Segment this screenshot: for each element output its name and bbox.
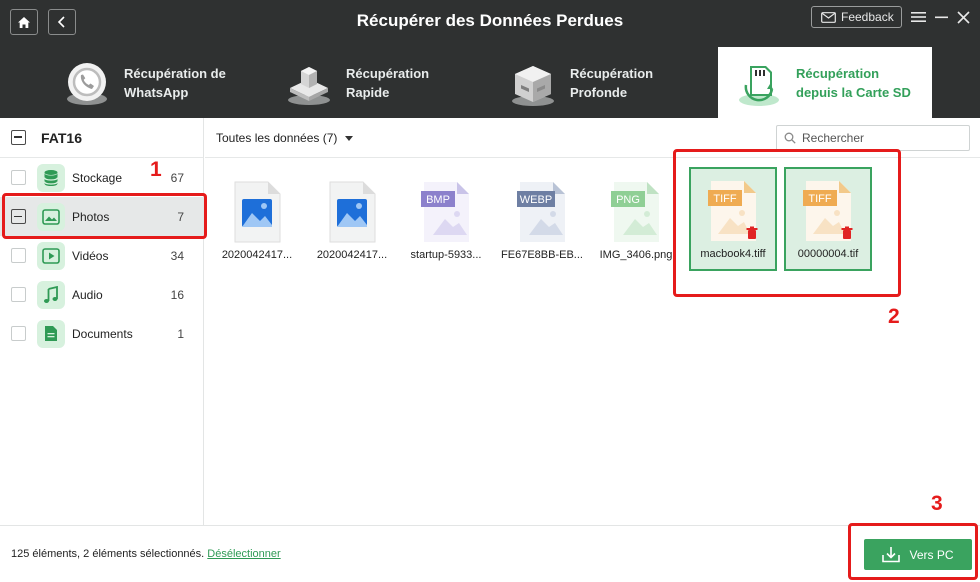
category-label: Stockage xyxy=(72,170,123,185)
category-count: 16 xyxy=(170,287,184,302)
mode-label: Récupération Profonde xyxy=(570,65,654,100)
category-count: 34 xyxy=(170,248,184,263)
filter-label: Toutes les données (7) xyxy=(216,131,338,145)
sidebar: FAT16 Stockage 67 Photos 7 Vidéos 34 Aud… xyxy=(0,118,204,525)
file-name: 2020042417... xyxy=(221,249,293,261)
document-icon xyxy=(37,319,65,348)
mode-quick-recovery[interactable]: Récupération Rapide xyxy=(284,47,464,118)
category-count: 1 xyxy=(177,326,184,341)
svg-text:PNG: PNG xyxy=(616,194,640,206)
file-name: FE67E8BB-EB... xyxy=(501,249,583,261)
database-icon xyxy=(37,163,65,192)
png-file-icon: PNG xyxy=(611,182,659,242)
svg-text:WEBP: WEBP xyxy=(520,194,552,206)
svg-text:BMP: BMP xyxy=(426,194,450,206)
file-item[interactable]: 2020042417... xyxy=(308,167,396,271)
data-filter-dropdown[interactable]: Toutes les données (7) xyxy=(216,131,354,145)
close-icon xyxy=(956,10,970,24)
search-input[interactable] xyxy=(802,131,962,145)
category-checkbox[interactable] xyxy=(11,248,26,263)
whatsapp-phone-icon xyxy=(67,62,107,105)
image-file-icon xyxy=(234,181,281,243)
status-bar: 125 éléments, 2 éléments sélectionnés. D… xyxy=(0,525,980,582)
minimize-icon xyxy=(934,16,948,19)
file-name: IMG_3406.png xyxy=(599,249,673,261)
category-checkbox[interactable] xyxy=(11,170,26,185)
status-text: 125 éléments, 2 éléments sélectionnés. xyxy=(11,548,205,560)
sd-card-icon xyxy=(739,65,779,106)
category-checkbox[interactable] xyxy=(11,326,26,341)
category-label: Audio xyxy=(72,287,103,302)
music-icon xyxy=(37,280,65,309)
mode-sd-card-recovery[interactable]: Récupération depuis la Carte SD xyxy=(718,47,932,118)
mail-icon xyxy=(821,11,836,23)
quick-recovery-icon xyxy=(288,66,330,105)
annotation-box-files xyxy=(673,149,901,297)
mode-deep-recovery[interactable]: Récupération Profonde xyxy=(508,47,698,118)
file-name: startup-5933... xyxy=(410,249,482,261)
mode-label: Récupération Rapide xyxy=(346,65,430,100)
selection-status: 125 éléments, 2 éléments sélectionnés. D… xyxy=(11,548,281,560)
file-item[interactable]: PNG IMG_3406.png xyxy=(592,167,680,271)
search-icon xyxy=(784,132,796,144)
file-item[interactable]: WEBP FE67E8BB-EB... xyxy=(498,167,586,271)
sidebar-item-videos[interactable]: Vidéos 34 xyxy=(0,236,203,275)
search-box[interactable] xyxy=(776,125,970,151)
category-label: Documents xyxy=(72,326,133,341)
drive-checkbox[interactable] xyxy=(11,130,26,145)
category-count: 67 xyxy=(170,170,184,185)
title-bar: Récupérer des Données Perdues Feedback R… xyxy=(0,0,980,118)
close-button[interactable] xyxy=(954,7,972,27)
drive-row[interactable]: FAT16 xyxy=(0,118,203,158)
deep-recovery-icon xyxy=(512,65,554,106)
image-file-icon xyxy=(329,181,376,243)
annotation-number: 1 xyxy=(150,158,162,181)
file-name: 2020042417... xyxy=(316,249,388,261)
video-icon xyxy=(37,241,65,270)
webp-file-icon: WEBP xyxy=(517,182,565,242)
sidebar-item-documents[interactable]: Documents 1 xyxy=(0,314,203,353)
sidebar-item-stockage[interactable]: Stockage 67 xyxy=(0,158,203,197)
category-checkbox[interactable] xyxy=(11,287,26,302)
annotation-number: 3 xyxy=(931,492,943,515)
mode-label: Récupération de WhatsApp xyxy=(124,65,226,100)
menu-button[interactable] xyxy=(909,7,927,27)
file-item[interactable]: 2020042417... xyxy=(213,167,301,271)
feedback-label: Feedback xyxy=(841,10,894,24)
drive-name: FAT16 xyxy=(41,129,82,146)
feedback-button[interactable]: Feedback xyxy=(811,6,902,28)
deselect-link[interactable]: Désélectionner xyxy=(207,548,280,560)
annotation-box-photos xyxy=(2,193,207,239)
mode-label: Récupération depuis la Carte SD xyxy=(796,65,911,100)
annotation-number: 2 xyxy=(888,305,900,328)
category-label: Vidéos xyxy=(72,248,109,263)
caret-down-icon xyxy=(345,135,354,141)
file-item[interactable]: BMP startup-5933... xyxy=(402,167,490,271)
minimize-button[interactable] xyxy=(932,7,950,27)
mode-whatsapp-recovery[interactable]: Récupération de WhatsApp xyxy=(62,47,252,118)
annotation-box-export xyxy=(848,523,978,580)
hamburger-icon xyxy=(910,12,926,22)
sidebar-item-audio[interactable]: Audio 16 xyxy=(0,275,203,314)
bmp-file-icon: BMP xyxy=(421,182,469,242)
